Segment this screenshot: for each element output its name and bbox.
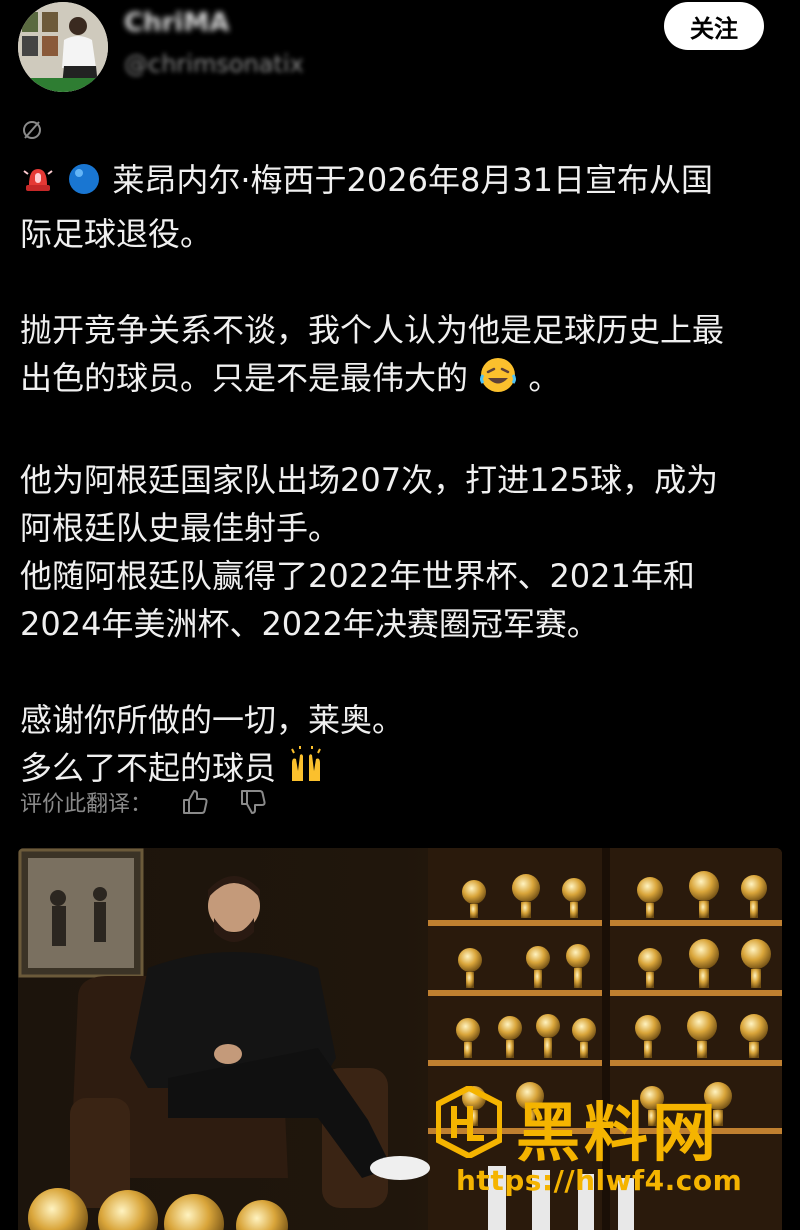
- post-line-2: 际足球退役。: [20, 215, 213, 253]
- post-line: 出色的球员。只是不是最伟大的 。: [20, 354, 790, 408]
- watermark-logo-icon: [436, 1086, 502, 1158]
- watermark-brand: 黑料网: [516, 1097, 720, 1171]
- follow-button[interactable]: 关注: [664, 2, 764, 50]
- post-line-1: 莱昂内尔·梅西于2026年8月31日宣布从国: [112, 161, 714, 199]
- thumbs-up-icon[interactable]: [180, 787, 210, 817]
- siren-icon: [20, 161, 56, 210]
- blue-circle-icon: [66, 161, 102, 210]
- thumbs-down-icon[interactable]: [238, 787, 268, 817]
- raised-hands-icon: [286, 745, 326, 798]
- post-line-5: 他为阿根廷国家队出场207次，打进125球，成为: [20, 461, 719, 499]
- translate-icon: [23, 121, 41, 139]
- post-line-6: 阿根廷队史最佳射手。: [20, 509, 341, 547]
- username[interactable]: ChriMA: [124, 8, 229, 38]
- post-line-7: 他随阿根廷队赢得了2022年世界杯、2021年和: [20, 557, 695, 595]
- post-line-9: 感谢你所做的一切，莱奥。: [20, 701, 405, 739]
- rate-translation-row: 评价此翻译：: [20, 782, 268, 822]
- watermark-url: https://hlwf4.com: [456, 1164, 743, 1197]
- user-handle[interactable]: @chrimsonatix: [124, 50, 304, 78]
- post-line-8: 2024年美洲杯、2022年决赛圈冠军赛。: [20, 605, 599, 643]
- post-line-4-end: 。: [528, 359, 561, 397]
- laughing-emoji-icon: [478, 355, 518, 408]
- post-line: 莱昂内尔·梅西于2026年8月31日宣布从国: [20, 156, 790, 210]
- avatar[interactable]: [18, 2, 108, 92]
- post-line-4: 出色的球员。只是不是最伟大的: [20, 359, 469, 397]
- rate-translation-label: 评价此翻译：: [20, 792, 153, 817]
- post-line-3: 抛开竞争关系不谈，我个人认为他是足球历史上最: [20, 311, 725, 349]
- post-body: 莱昂内尔·梅西于2026年8月31日宣布从国 际足球退役。 抛开竞争关系不谈，我…: [20, 156, 790, 798]
